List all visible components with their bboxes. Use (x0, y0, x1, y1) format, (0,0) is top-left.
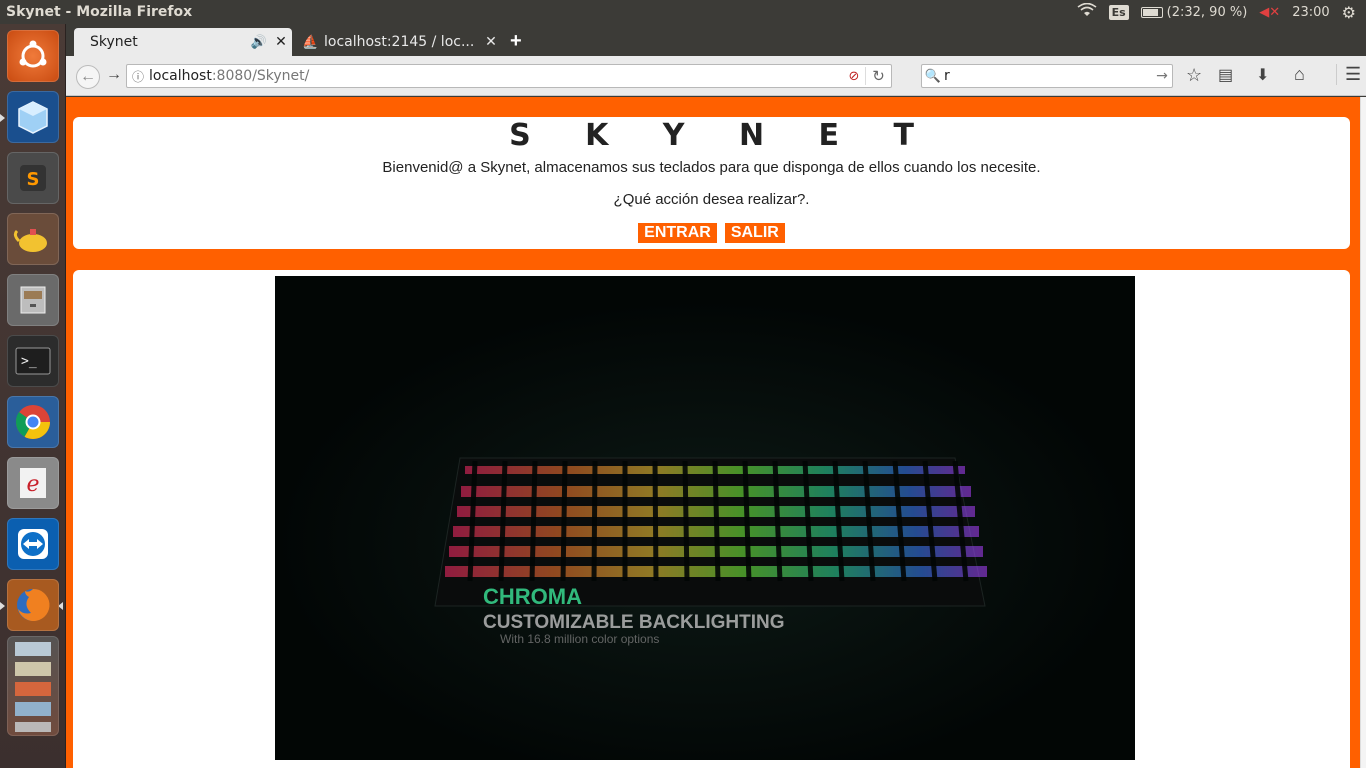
reading-list-icon[interactable]: ▤ (1218, 65, 1233, 85)
system-top-bar: Skynet - Mozilla Firefox Es (2:32, 90 %)… (0, 0, 1366, 24)
settings-gear-icon[interactable]: ⚙ (1342, 3, 1356, 22)
page-title: S K Y N E T (509, 118, 936, 153)
page-scrollbar[interactable] (1360, 97, 1366, 768)
action-question: ¿Qué acción desea realizar?. (613, 191, 810, 208)
ubuntu-dash-icon[interactable] (7, 30, 59, 82)
search-input[interactable]: r (944, 68, 1152, 84)
tab-skynet[interactable]: Skynet 🔊 ✕ (74, 28, 292, 56)
url-path: :8080/Skynet/ (211, 68, 310, 84)
forward-arrow-icon[interactable]: → (106, 66, 122, 84)
teamviewer-icon[interactable] (7, 518, 59, 570)
back-arrow-icon[interactable]: ← (76, 65, 100, 89)
welcome-text: Bienvenid@ a Skynet, almacenamos sus tec… (382, 159, 1041, 176)
close-tab-icon[interactable]: ✕ (480, 34, 502, 50)
genie-lamp-icon[interactable] (7, 213, 59, 265)
home-icon[interactable]: ⌂ (1294, 64, 1305, 85)
close-tab-icon[interactable]: ✕ (270, 34, 292, 50)
tracking-block-icon[interactable]: ⊘ (843, 69, 865, 84)
speaker-icon[interactable]: 🔊 (248, 35, 270, 50)
browser-tab-strip: Skynet 🔊 ✕ ⛵ localhost:2145 / loc... ✕ + (66, 24, 1366, 56)
search-go-arrow-icon[interactable]: → (1152, 68, 1172, 84)
rgb-keyboard-image: CHROMA CUSTOMIZABLE BACKLIGHTING With 16… (275, 276, 1135, 760)
e-reader-icon[interactable]: e (7, 457, 59, 509)
clock[interactable]: 23:00 (1292, 5, 1329, 20)
reload-icon[interactable]: ↻ (865, 67, 891, 85)
battery-text: (2:32, 90 %) (1166, 4, 1248, 20)
entrar-button[interactable]: ENTRAR (638, 223, 717, 243)
svg-text:>_: >_ (21, 354, 37, 369)
volume-muted-icon[interactable]: ◀✕ (1259, 5, 1280, 20)
phpmyadmin-favicon-icon: ⛵ (302, 34, 319, 50)
salir-button[interactable]: SALIR (724, 223, 785, 243)
unity-launcher: S >_ e (0, 24, 66, 768)
terminal-icon[interactable]: >_ (7, 335, 59, 387)
video-overlay-line2: CUSTOMIZABLE BACKLIGHTING (483, 612, 785, 633)
search-icon: 🔍 (924, 68, 942, 84)
battery-indicator[interactable]: (2:32, 90 %) (1140, 4, 1248, 20)
keyboard-video[interactable]: CHROMA CUSTOMIZABLE BACKLIGHTING With 16… (275, 276, 1135, 760)
site-info-icon[interactable]: ⓘ (127, 68, 149, 85)
downloads-arrow-icon[interactable]: ⬇ (1256, 65, 1269, 85)
page-viewport: S K Y N E T Bienvenid@ a Skynet, almacen… (66, 97, 1360, 768)
sublime-text-icon[interactable]: S (7, 152, 59, 204)
running-indicator (0, 114, 5, 122)
system-indicators: Es (2:32, 90 %) ◀✕ 23:00 ⚙ (1077, 3, 1366, 22)
media-panel: CHROMA CUSTOMIZABLE BACKLIGHTING With 16… (73, 270, 1350, 768)
video-overlay-line1: CHROMA (483, 584, 582, 609)
tab-label: Skynet (90, 34, 138, 50)
window-title: Skynet - Mozilla Firefox (6, 4, 193, 20)
svg-text:e: e (26, 472, 39, 497)
url-host: localhost (149, 68, 212, 84)
running-indicator (0, 602, 5, 610)
launcher-stacked-icons[interactable] (7, 636, 59, 736)
battery-icon (1140, 6, 1163, 18)
virtualbox-icon[interactable] (7, 91, 59, 143)
action-buttons: ENTRAR SALIR (73, 223, 1350, 243)
wifi-icon[interactable] (1077, 2, 1097, 21)
new-tab-plus-icon[interactable]: + (510, 30, 522, 53)
tab-phpmyadmin[interactable]: ⛵ localhost:2145 / loc... ✕ (294, 28, 502, 56)
chrome-icon[interactable] (7, 396, 59, 448)
bookmark-star-icon[interactable]: ☆ (1186, 65, 1202, 86)
search-bar[interactable]: 🔍 r → (921, 64, 1173, 88)
tab-label: localhost:2145 / loc... (324, 34, 475, 50)
firefox-icon[interactable] (7, 579, 59, 631)
header-panel: S K Y N E T Bienvenid@ a Skynet, almacen… (73, 117, 1350, 249)
svg-text:S: S (27, 169, 40, 190)
keyboard-layout-badge[interactable]: Es (1108, 4, 1129, 20)
video-overlay-line3: With 16.8 million color options (500, 632, 659, 646)
hamburger-menu-icon[interactable]: ☰ (1336, 64, 1361, 85)
browser-navigation-bar: ← → ⓘ localhost :8080/Skynet/ ⊘ ↻ 🔍 r → … (66, 56, 1366, 96)
file-cabinet-icon[interactable] (7, 274, 59, 326)
url-bar[interactable]: ⓘ localhost :8080/Skynet/ ⊘ ↻ (126, 64, 892, 88)
